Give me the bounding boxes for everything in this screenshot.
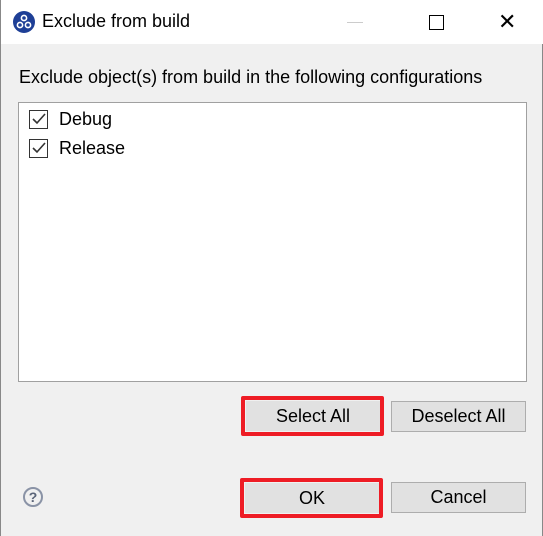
checkbox-release[interactable] — [29, 138, 48, 158]
select-all-button[interactable]: Select All — [246, 401, 380, 431]
configuration-list: Debug Release — [18, 102, 527, 382]
prompt-label: Exclude object(s) from build in the foll… — [19, 67, 483, 87]
config-item-debug[interactable]: Debug — [29, 108, 112, 130]
config-item-release[interactable]: Release — [29, 137, 125, 159]
close-button[interactable]: ✕ — [498, 10, 516, 34]
app-logo-icon — [13, 11, 35, 33]
check-icon — [31, 113, 46, 125]
ok-button[interactable]: OK — [245, 483, 379, 513]
cancel-button[interactable]: Cancel — [391, 482, 526, 513]
minimize-button — [347, 22, 363, 23]
config-label: Debug — [59, 108, 113, 129]
config-label: Release — [59, 137, 126, 158]
title-bar: Exclude from build ✕ — [1, 0, 543, 44]
checkbox-debug[interactable] — [29, 109, 48, 129]
deselect-all-button[interactable]: Deselect All — [391, 401, 526, 432]
help-icon[interactable]: ? — [23, 487, 43, 507]
window-title: Exclude from build — [42, 11, 191, 31]
maximize-button[interactable] — [429, 15, 444, 30]
check-icon — [31, 142, 46, 154]
